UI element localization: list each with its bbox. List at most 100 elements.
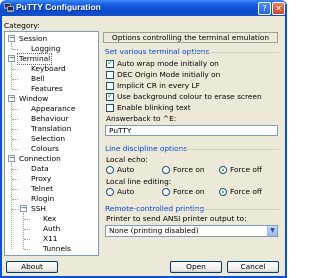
tree-item-label: Data (31, 164, 49, 173)
bg-colour-erase-checkbox[interactable] (106, 91, 114, 101)
divider (175, 149, 279, 150)
bg-colour-erase-label: Use background colour to erase screen (117, 92, 262, 101)
local-editing-force-on-radio[interactable] (162, 188, 170, 196)
local-editing-auto-radio[interactable] (106, 188, 114, 196)
divider (190, 52, 279, 53)
tree-item-selection[interactable]: Selection (5, 134, 98, 144)
collapse-icon[interactable]: − (8, 55, 15, 62)
tree-connector (12, 129, 18, 130)
collapse-icon[interactable]: − (8, 155, 15, 162)
close-button[interactable]: ✕ (272, 2, 285, 15)
tree-connector (12, 149, 18, 150)
local-echo-auto-radio[interactable] (106, 166, 114, 174)
tree-item-features[interactable]: Features (5, 84, 98, 94)
tree-item-colours[interactable]: Colours (5, 144, 98, 154)
tree-guide-line (11, 63, 12, 89)
tree-connector (12, 209, 18, 210)
tree-item-session[interactable]: − Session (5, 34, 98, 44)
answerback-input[interactable]: PuTTY (105, 125, 278, 136)
tree-item-bell[interactable]: Bell (5, 74, 98, 84)
blinking-text-label: Enable blinking text (117, 103, 191, 112)
tree-item-label: Rlogin (31, 194, 55, 203)
tree-item-label: Proxy (31, 174, 52, 183)
tree-item-translation[interactable]: Translation (5, 124, 98, 134)
tree-item-label: X11 (43, 234, 58, 243)
tree-item-label: Telnet (31, 184, 53, 193)
putty-app-icon (4, 3, 14, 12)
tree-connector (12, 119, 18, 120)
tree-guide-line (11, 43, 12, 49)
tree-item-label: Bell (31, 74, 45, 83)
tree-item-connection[interactable]: − Connection (5, 154, 98, 164)
auto-wrap-checkbox[interactable] (106, 58, 114, 68)
tree-item-logging[interactable]: Logging (5, 44, 98, 54)
about-button[interactable]: About (6, 261, 58, 273)
tree-item-label: Kex (43, 214, 57, 223)
category-label: Category: (4, 21, 40, 30)
tree-item-tunnels[interactable]: Tunnels (5, 244, 98, 254)
local-editing-auto-label: Auto (117, 187, 135, 196)
tree-connector (12, 169, 18, 170)
title-bar[interactable]: PuTTY Configuration ? ✕ (0, 0, 287, 16)
tree-connector (12, 189, 18, 190)
tree-connector (24, 239, 30, 240)
implicit-cr-checkbox[interactable] (106, 82, 114, 90)
tree-guide-line (11, 163, 12, 249)
tree-item-rlogin[interactable]: Rlogin (5, 194, 98, 204)
tree-connector (24, 229, 30, 230)
cancel-button[interactable]: Cancel (227, 261, 279, 273)
tree-item-label: Auth (43, 224, 61, 233)
dec-origin-checkbox[interactable] (106, 71, 114, 79)
open-button[interactable]: Open (170, 261, 222, 273)
tree-item-kex[interactable]: Kex (5, 214, 98, 224)
local-echo-force-off-radio[interactable] (219, 166, 227, 174)
tree-guide-line (23, 213, 24, 249)
tree-item-ssh[interactable]: − SSH (5, 204, 98, 214)
printer-select[interactable]: None (printing disabled) ▼ (105, 225, 278, 237)
local-echo-auto-label: Auto (117, 165, 135, 174)
tree-item-x11[interactable]: X11 (5, 234, 98, 244)
tree-connector (12, 109, 18, 110)
collapse-icon[interactable]: − (20, 205, 27, 212)
chevron-down-icon[interactable]: ▼ (267, 226, 277, 236)
dec-origin-label: DEC Origin Mode initially on (117, 70, 221, 79)
blinking-text-checkbox[interactable] (106, 104, 114, 112)
tree-item-label: Selection (31, 134, 66, 143)
tree-connector (12, 89, 18, 90)
answerback-label: Answerback to ^E: (106, 114, 177, 123)
tree-item-behaviour[interactable]: Behaviour (5, 114, 98, 124)
tree-item-proxy[interactable]: Proxy (5, 174, 98, 184)
window-title: PuTTY Configuration (16, 2, 101, 12)
local-editing-force-off-radio[interactable] (219, 188, 227, 196)
local-echo-force-on-radio[interactable] (162, 166, 170, 174)
local-editing-label: Local line editing: (106, 177, 172, 186)
divider (185, 209, 279, 210)
tree-item-auth[interactable]: Auth (5, 224, 98, 234)
tree-item-telnet[interactable]: Telnet (5, 184, 98, 194)
category-tree[interactable]: − Session Logging − Terminal Keyboard Bell Feat… (4, 31, 99, 256)
tree-item-label: Appearance (31, 104, 76, 113)
collapse-icon[interactable]: − (8, 95, 15, 102)
tree-item-appearance[interactable]: Appearance (5, 104, 98, 114)
tree-item-label: Behaviour (31, 114, 69, 123)
tree-item-window[interactable]: − Window (5, 94, 98, 104)
local-editing-force-off-label: Force off (230, 187, 262, 196)
tree-item-label: Connection (19, 154, 61, 163)
tree-connector (12, 139, 18, 140)
implicit-cr-label: Implicit CR in every LF (117, 81, 200, 90)
putty-config-window: PuTTY Configuration ? ✕ Category: − Sessi… (0, 0, 287, 278)
tree-item-keyboard[interactable]: Keyboard (5, 64, 98, 74)
tree-item-label: Window (19, 94, 49, 103)
local-editing-force-on-label: Force on (173, 187, 205, 196)
tree-item-label: SSH (31, 204, 46, 213)
tree-item-terminal[interactable]: − Terminal (5, 53, 98, 65)
local-echo-force-off-label: Force off (230, 165, 262, 174)
collapse-icon[interactable]: − (8, 35, 15, 42)
tree-item-label: Translation (31, 124, 72, 133)
tree-connector (24, 249, 30, 250)
tree-item-label: Terminal (16, 53, 53, 65)
auto-wrap-label: Auto wrap mode initially on (117, 59, 219, 68)
tree-item-label: Features (31, 84, 63, 93)
tree-item-data[interactable]: Data (5, 164, 98, 174)
help-button[interactable]: ? (258, 2, 271, 15)
